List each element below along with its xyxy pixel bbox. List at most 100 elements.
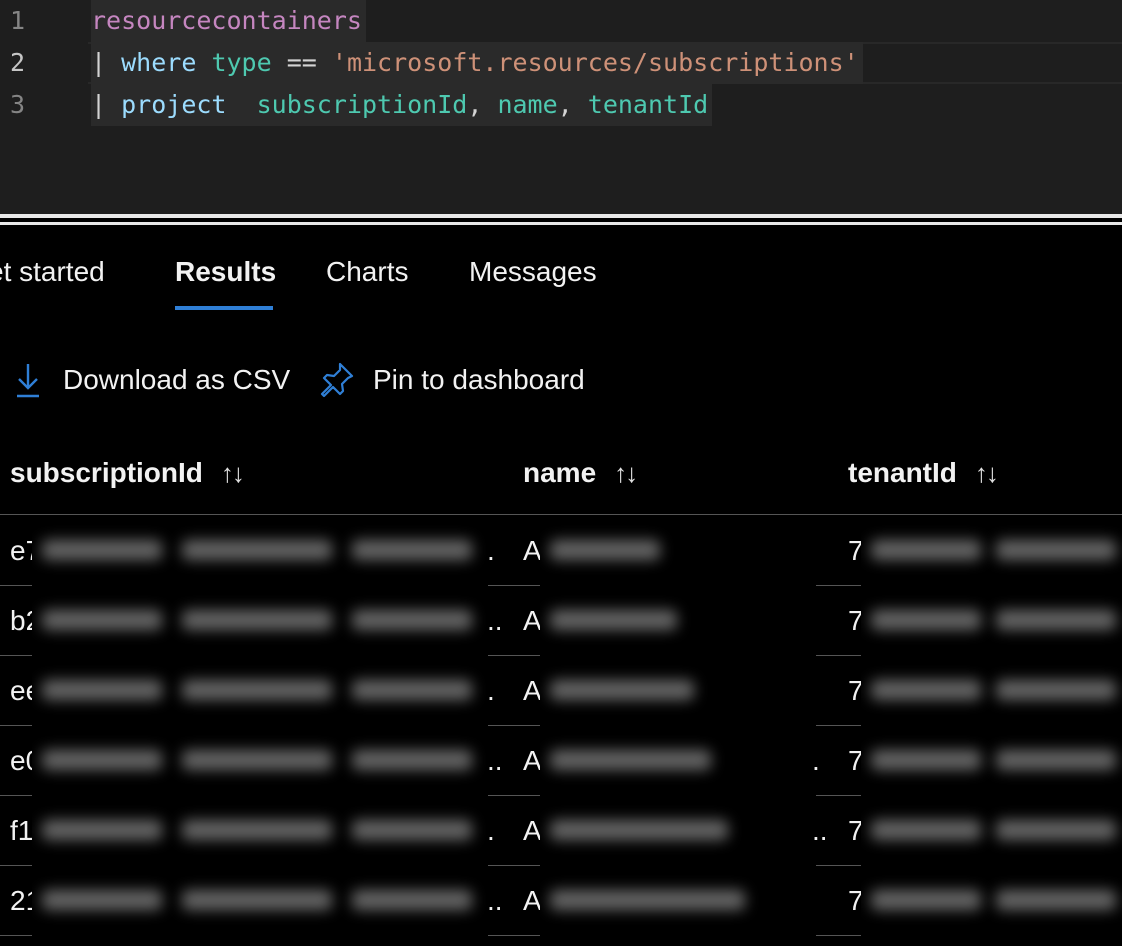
column-header-subscriptionid[interactable]: subscriptionId ↑↓ [10,457,245,489]
redacted-subscriptionid [32,796,488,866]
query-editor[interactable]: 1 resourcecontainers 2 | where type == '… [0,0,1122,214]
table-row[interactable]: e0.. A. 7 [0,726,1122,796]
table-row[interactable]: b2.. A 7 [0,586,1122,656]
code-text[interactable]: resourcecontainers [91,0,366,42]
results-tabs: et started Results Charts Messages [0,248,1122,312]
splitter-line [0,214,1122,218]
table-row[interactable]: f1. A.. 7 [0,796,1122,866]
redaction-smudge [550,890,745,910]
code-text[interactable]: | project subscriptionId, name, tenantId [91,84,713,126]
redaction-smudge [996,820,1116,840]
redaction-smudge [182,540,332,560]
redaction-smudge [550,820,728,840]
redacted-name [540,586,816,656]
comma-token: , [557,90,573,119]
field-token: subscriptionId [256,90,468,119]
keyword-token: project [121,90,227,119]
redaction-smudge [42,540,162,560]
code-line-3: 3 | project subscriptionId, name, tenant… [0,84,1122,126]
redaction-smudge [352,890,472,910]
comma-token: , [467,90,483,119]
redaction-smudge [871,820,981,840]
redacted-name [540,796,816,866]
redaction-smudge [871,890,981,910]
truncation-ellipsis: .. [812,815,828,846]
line-number: 2 [10,48,26,77]
table-token: resourcecontainers [91,6,362,35]
redaction-smudge [182,610,332,630]
redacted-tenantid [861,516,1122,586]
redacted-name [540,726,816,796]
pin-icon [318,360,356,400]
redacted-subscriptionid [32,866,488,936]
redaction-smudge [550,610,677,630]
redacted-subscriptionid [32,656,488,726]
column-header-tenantid[interactable]: tenantId ↑↓ [848,457,999,489]
sort-arrows-icon[interactable]: ↑↓ [221,458,245,489]
cell-name: A [523,885,542,916]
redacted-subscriptionid [32,586,488,656]
redacted-name [540,866,816,936]
column-label: tenantId [848,457,957,488]
field-token: tenantId [587,90,709,119]
redaction-smudge [352,610,472,630]
operator-token: == [286,48,317,77]
truncation-ellipsis: . [812,745,820,776]
redacted-name [540,516,816,586]
truncation-ellipsis: . [487,815,495,846]
string-token: 'microsoft.resources/subscriptions' [331,48,859,77]
splitter-line [0,222,1122,225]
sort-arrows-icon[interactable]: ↑↓ [975,458,999,489]
pane-splitter[interactable] [0,214,1122,230]
redaction-smudge [996,610,1116,630]
redacted-subscriptionid [32,726,488,796]
code-line-2: 2 | where type == 'microsoft.resources/s… [0,42,1122,84]
table-row[interactable]: e7. A 7 [0,516,1122,586]
tab-get-started[interactable]: et started [0,256,105,288]
redaction-smudge [871,610,981,630]
redaction-smudge [352,820,472,840]
redacted-tenantid [861,586,1122,656]
redaction-smudge [352,750,472,770]
line-number: 3 [10,90,26,119]
truncation-ellipsis: .. [487,605,503,636]
redaction-smudge [550,680,694,700]
truncation-ellipsis: . [487,675,495,706]
download-arrow-icon [14,360,42,400]
table-header: subscriptionId ↑↓ name ↑↓ tenantId ↑↓ [0,445,1122,515]
redacted-tenantid [861,796,1122,866]
column-label: subscriptionId [10,457,203,488]
truncation-ellipsis: .. [487,885,503,916]
redacted-tenantid [861,866,1122,936]
redaction-smudge [996,890,1116,910]
column-label: name [523,457,597,488]
code-text[interactable]: | where type == 'microsoft.resources/sub… [91,42,863,84]
truncation-ellipsis: . [487,535,495,566]
redaction-smudge [42,610,162,630]
redaction-smudge [996,540,1116,560]
download-csv-label: Download as CSV [63,364,291,395]
redaction-smudge [550,540,660,560]
pipe-token: | [91,48,107,77]
redaction-smudge [550,750,711,770]
redaction-smudge [871,540,981,560]
tab-charts[interactable]: Charts [326,256,408,288]
redaction-smudge [352,680,472,700]
pin-to-dashboard-button[interactable]: Pin to dashboard [318,355,585,405]
table-row[interactable]: ee. A 7 [0,656,1122,726]
redaction-smudge [182,890,332,910]
tab-results[interactable]: Results [175,256,276,288]
table-row[interactable]: 21.. A 7 [0,866,1122,936]
redacted-tenantid [861,726,1122,796]
redaction-smudge [182,750,332,770]
redacted-tenantid [861,656,1122,726]
redacted-name [540,656,816,726]
sort-arrows-icon[interactable]: ↑↓ [614,458,638,489]
column-header-name[interactable]: name ↑↓ [523,457,638,489]
download-csv-button[interactable]: Download as CSV [14,355,290,405]
tab-messages[interactable]: Messages [469,256,597,288]
redaction-smudge [871,750,981,770]
field-token: type [211,48,272,77]
redaction-smudge [182,680,332,700]
keyword-token: where [121,48,197,77]
